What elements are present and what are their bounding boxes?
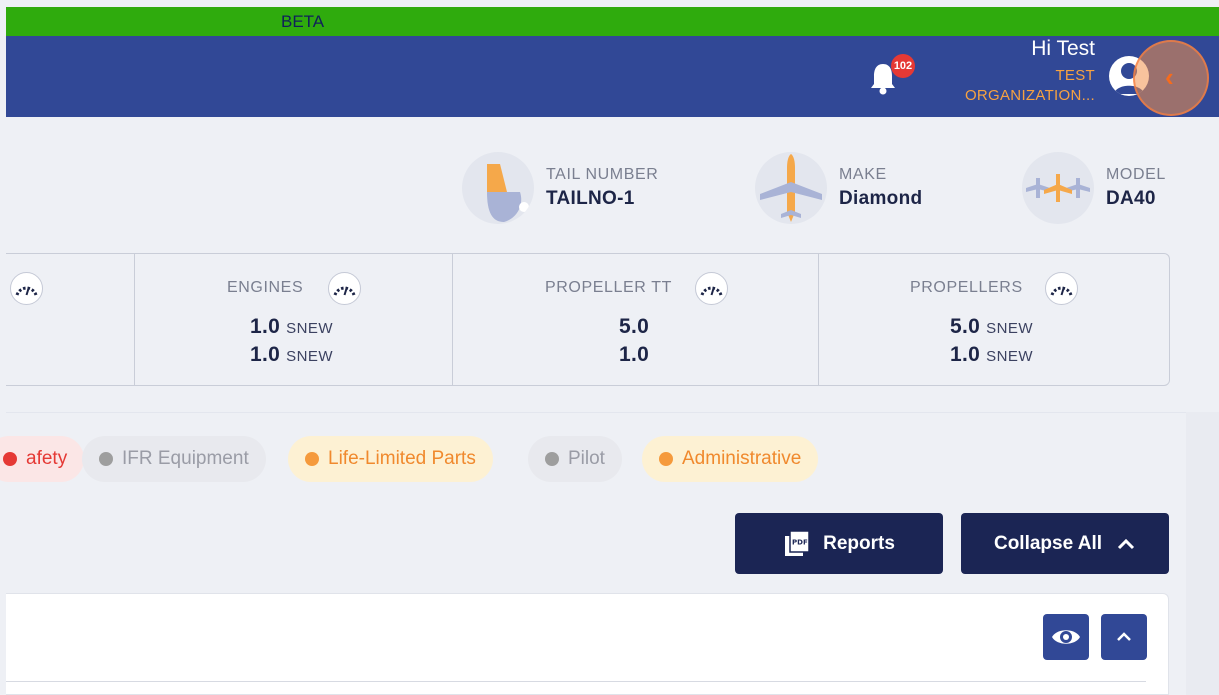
usage-stats-panel: ENGINES 1.0 SNEW 1.0 SNEW PROPELLER TT 5.0… xyxy=(6,253,1170,386)
status-dot xyxy=(659,452,673,466)
propeller-tt-stat: PROPELLER TT 5.0 1.0 xyxy=(452,254,818,385)
engines-line1: 1.0 SNEW xyxy=(250,315,333,339)
propeller-tt-line1: 5.0 xyxy=(619,315,650,338)
category-filter-bar: afety IFR Equipment Life-Limited Parts P… xyxy=(0,412,1186,502)
propellers-line1-value: 5.0 xyxy=(950,315,981,338)
collapse-all-label: Collapse All xyxy=(993,532,1103,554)
filter-chip-life-limited-parts[interactable]: Life-Limited Parts xyxy=(288,436,493,482)
status-dot xyxy=(99,452,113,466)
reports-button[interactable]: PDF Reports xyxy=(735,513,943,574)
collapse-sidebar-button[interactable]: ‹ xyxy=(1133,40,1209,116)
organization-name-line2: ORGANIZATION... xyxy=(964,87,1095,104)
propeller-tt-line2: 1.0 xyxy=(619,343,650,366)
engines-stat: ENGINES 1.0 SNEW 1.0 SNEW xyxy=(134,254,452,385)
status-dot xyxy=(545,452,559,466)
model-value: DA40 xyxy=(1106,188,1156,209)
fleet-icon xyxy=(1022,152,1094,224)
engines-line2-unit: SNEW xyxy=(286,348,334,365)
make-label: MAKE xyxy=(839,166,887,183)
propellers-title: PROPELLERS xyxy=(910,279,1023,296)
engines-line1-value: 1.0 xyxy=(250,315,281,338)
filter-chip-label: Life-Limited Parts xyxy=(328,448,476,469)
chevron-left-icon: ‹ xyxy=(1165,62,1174,92)
engines-title: ENGINES xyxy=(227,279,304,296)
eye-icon xyxy=(1050,625,1082,654)
filter-chip-label: Pilot xyxy=(568,448,605,469)
tail-number-info: TAIL NUMBER TAILNO-1 xyxy=(462,152,658,224)
user-greeting-block: Hi Test TEST ORGANIZATION... xyxy=(875,37,1095,106)
propellers-stat: PROPELLERS 5.0 SNEW 1.0 SNEW xyxy=(818,254,1169,385)
filter-chip-pilot[interactable]: Pilot xyxy=(528,436,622,482)
collapse-all-button[interactable]: Collapse All xyxy=(961,513,1169,574)
filter-chip-safety[interactable]: afety xyxy=(0,436,85,482)
filter-chip-label: afety xyxy=(26,448,68,469)
divider xyxy=(6,681,1146,682)
airplane-icon xyxy=(755,152,827,224)
reports-label: Reports xyxy=(823,532,895,554)
propeller-tt-title: PROPELLER TT xyxy=(545,279,672,296)
engines-line2: 1.0 SNEW xyxy=(250,343,333,367)
gauge-icon[interactable] xyxy=(10,272,43,305)
gauge-icon[interactable] xyxy=(328,272,361,305)
propellers-line2: 1.0 SNEW xyxy=(950,343,1033,367)
gauge-icon[interactable] xyxy=(1045,272,1078,305)
engines-line2-value: 1.0 xyxy=(250,343,281,366)
organization-name-line1: TEST xyxy=(1055,67,1095,84)
chevron-up-icon xyxy=(1116,534,1136,554)
gauge-icon[interactable] xyxy=(695,272,728,305)
model-label: MODEL xyxy=(1106,166,1166,183)
filter-chip-label: Administrative xyxy=(682,448,802,469)
beta-banner: BETA xyxy=(6,7,1219,36)
make-value: Diamond xyxy=(839,188,923,209)
propellers-line2-unit: SNEW xyxy=(986,348,1034,365)
propellers-line1-unit: SNEW xyxy=(986,320,1034,337)
user-greeting: Hi Test xyxy=(1031,37,1095,60)
maintenance-section-panel xyxy=(6,593,1169,695)
tail-number-label: TAIL NUMBER xyxy=(546,166,659,183)
make-info: MAKE Diamond xyxy=(755,152,922,224)
model-info: MODEL DA40 xyxy=(1022,152,1166,224)
pdf-icon: PDF xyxy=(783,529,811,558)
chevron-up-icon xyxy=(1115,628,1133,651)
tail-icon xyxy=(462,152,534,224)
scroll-gutter xyxy=(1186,412,1219,695)
filter-chip-administrative[interactable]: Administrative xyxy=(642,436,819,482)
tail-number-value: TAILNO-1 xyxy=(546,188,635,209)
collapse-section-button[interactable] xyxy=(1101,614,1147,660)
propellers-line1: 5.0 SNEW xyxy=(950,315,1033,339)
filter-chip-ifr-equipment[interactable]: IFR Equipment xyxy=(82,436,266,482)
engines-line1-unit: SNEW xyxy=(286,320,334,337)
status-dot xyxy=(305,452,319,466)
svg-text:PDF: PDF xyxy=(792,538,808,546)
toggle-visibility-button[interactable] xyxy=(1043,614,1089,660)
status-dot xyxy=(3,452,17,466)
filter-chip-label: IFR Equipment xyxy=(122,448,249,469)
beta-label: BETA xyxy=(281,12,325,31)
propellers-line2-value: 1.0 xyxy=(950,343,981,366)
